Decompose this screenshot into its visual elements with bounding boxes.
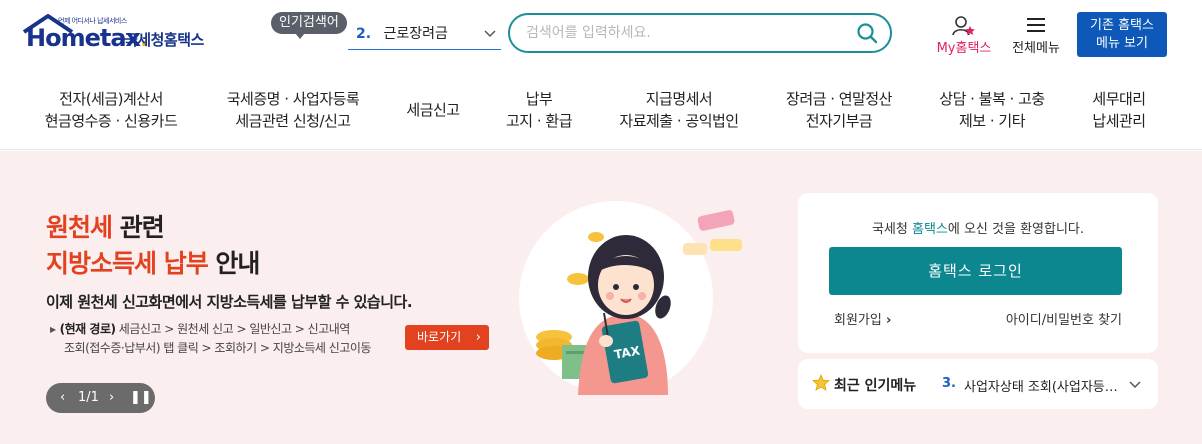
nav-item-line2: 제보 · 기타	[958, 112, 1026, 130]
join-link[interactable]: 회원가입 ›	[834, 309, 891, 328]
popular-menu-box[interactable]: 최근 인기메뉴 3. 사업자상태 조회(사업자등록번호)	[798, 359, 1158, 409]
my-hometax-label: My홈택스	[936, 41, 992, 56]
nav-item-line2: 현금영수증 · 신용카드	[44, 112, 178, 130]
nav-item-line1: 장려금 · 연말정산	[786, 90, 892, 108]
popular-search-select[interactable]: 2. 근로장려금	[348, 20, 501, 50]
nav-item-e-invoice[interactable]: 전자(세금)계산서 현금영수증 · 신용카드	[40, 88, 182, 132]
nav-item-certificates[interactable]: 국세증명 · 사업자등록 세금관련 신청/신고	[212, 88, 374, 132]
pager-count: 1/1	[78, 390, 99, 405]
nav-item-incentive[interactable]: 장려금 · 연말정산 전자기부금	[773, 88, 905, 132]
prev-arrow-icon[interactable]: ‹	[60, 383, 65, 413]
search-input[interactable]	[526, 22, 846, 44]
next-arrow-icon[interactable]: ›	[109, 383, 114, 413]
nav-item-payment[interactable]: 납부 고지 · 환급	[494, 88, 584, 132]
legacy-menu-button[interactable]: 기존 홈택스 메뉴 보기	[1077, 12, 1167, 57]
all-menu-button[interactable]: 전체메뉴	[1006, 12, 1066, 56]
nav-item-line2: 고지 · 환급	[505, 112, 573, 130]
nav-item-line2: 납세관리	[1092, 112, 1146, 130]
legacy-menu-line2: 메뉴 보기	[1096, 36, 1148, 51]
popular-menu-rank: 3.	[942, 376, 956, 391]
search-box	[508, 13, 892, 53]
nav-item-line1: 세금신고	[406, 101, 460, 119]
nav-item-payment-statement[interactable]: 지급명세서 자료제출 · 공익법인	[604, 88, 754, 132]
search-icon[interactable]	[856, 22, 878, 44]
nav-item-line2: 세금관련 신청/신고	[235, 112, 351, 130]
banner-title-line2: 지방소득세 납부 안내	[46, 249, 260, 278]
main-visual: 원천세 관련 지방소득세 납부 안내 이제 원천세 신고화면에서 지방소득세를 …	[0, 151, 1202, 444]
nav-item-line1: 세무대리	[1092, 90, 1146, 108]
hometax-logo[interactable]: 언제 어디서나 납세서비스 Hometax. 국세청홈택스	[20, 12, 220, 56]
all-menu-label: 전체메뉴	[1012, 41, 1060, 56]
popular-search-badge: 인기검색어	[271, 12, 347, 39]
nav-item-tax-return[interactable]: 세금신고	[396, 99, 470, 121]
nav-item-line1: 전자(세금)계산서	[59, 90, 163, 108]
user-star-icon	[952, 16, 975, 36]
triangle-bullet-icon: ▶	[50, 325, 56, 334]
nav-item-line1: 국세증명 · 사업자등록	[226, 90, 360, 108]
logo-name: 국세청홈택스	[124, 31, 204, 49]
nav-item-tax-agent[interactable]: 세무대리 납세관리	[1080, 88, 1158, 132]
header: 언제 어디서나 납세서비스 Hometax. 국세청홈택스 인기검색어 2. 근…	[0, 0, 1202, 70]
banner-title-line1: 원천세 관련	[46, 213, 165, 242]
pause-icon[interactable]: ❚❚	[130, 383, 152, 413]
hamburger-icon	[1027, 18, 1045, 32]
chevron-right-icon: ›	[885, 313, 892, 328]
nav-item-line1: 지급명세서	[645, 90, 713, 108]
my-hometax-button[interactable]: My홈택스	[932, 12, 996, 56]
shortcut-button[interactable]: 바로가기 ›	[405, 325, 489, 350]
banner-path-guide: ▶ (현재 경로) 세금신고 > 원천세 신고 > 일반신고 > 신고내역 조회(…	[50, 322, 371, 355]
popular-search-term: 근로장려금	[383, 26, 448, 42]
popular-menu-item: 사업자상태 조회(사업자등록번호)	[964, 380, 1120, 395]
legacy-menu-line1: 기존 홈택스	[1090, 18, 1154, 33]
find-id-password-link[interactable]: 아이디/비밀번호 찾기	[1006, 309, 1122, 328]
hometax-login-button[interactable]: 홈택스 로그인	[829, 247, 1122, 295]
chevron-down-icon	[483, 20, 497, 58]
banner-pager: ‹ 1/1 › ❚❚	[46, 383, 155, 413]
nav-item-line2: 전자기부금	[805, 112, 873, 130]
nav-item-line2: 자료제출 · 공익법인	[619, 112, 739, 130]
chevron-right-icon: ›	[475, 330, 481, 345]
main-navigation: 전자(세금)계산서 현금영수증 · 신용카드 국세증명 · 사업자등록 세금관련…	[0, 78, 1202, 150]
login-card: 국세청 홈택스에 오신 것을 환영합니다. 홈택스 로그인 회원가입 › 아이디…	[798, 193, 1158, 353]
welcome-text: 국세청 홈택스에 오신 것을 환영합니다.	[871, 222, 1085, 237]
nav-item-line1: 상담 · 불복 · 고충	[939, 90, 1045, 108]
tax-character-illustration: TAX	[519, 201, 742, 395]
nav-item-consultation[interactable]: 상담 · 불복 · 고충 제보 · 기타	[926, 88, 1058, 132]
chevron-down-icon[interactable]	[1128, 375, 1142, 393]
nav-item-line1: 납부	[525, 90, 553, 108]
banner-description: 이제 원천세 신고화면에서 지방소득세를 납부할 수 있습니다.	[46, 293, 413, 311]
popular-menu-title: 최근 인기메뉴	[834, 378, 917, 394]
star-icon	[812, 374, 830, 391]
popular-search-rank: 2.	[356, 26, 372, 42]
